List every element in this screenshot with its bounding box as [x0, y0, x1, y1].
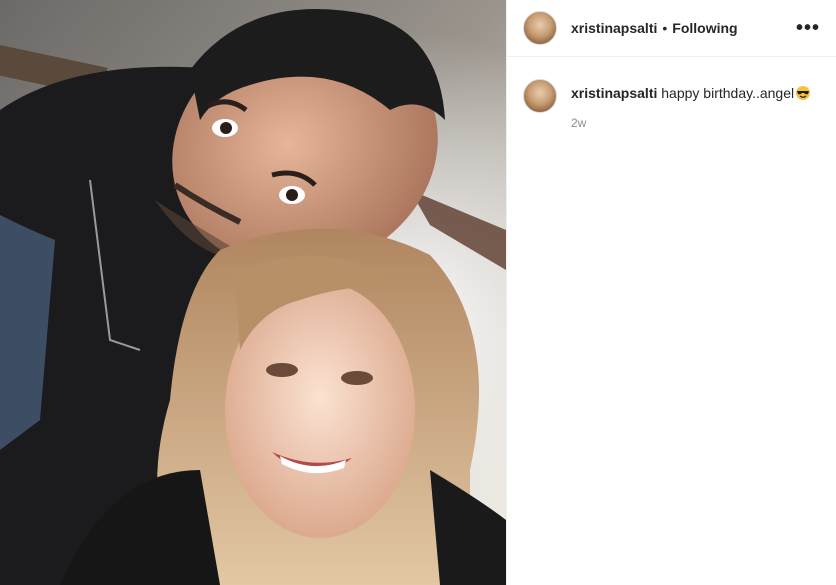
caption-avatar[interactable]: [523, 79, 557, 113]
caption-comment: xristinapsalti happy birthday..angel 2w: [507, 57, 836, 132]
post-photo[interactable]: [0, 0, 506, 585]
separator-dot: •: [662, 20, 668, 36]
header-username[interactable]: xristinapsalti: [571, 20, 657, 36]
caption-username[interactable]: xristinapsalti: [571, 85, 657, 101]
caption-body: xristinapsalti happy birthday..angel 2w: [571, 84, 811, 132]
following-button[interactable]: Following: [672, 20, 737, 36]
face-with-sunglasses-icon: [795, 85, 811, 101]
post-modal: xristinapsalti • Following ••• xristinap…: [0, 0, 836, 585]
more-options-icon[interactable]: •••: [796, 18, 820, 38]
post-sidebar: xristinapsalti • Following ••• xristinap…: [506, 0, 836, 585]
selfie-photo: [0, 0, 506, 585]
caption-text: happy birthday..angel: [661, 85, 795, 101]
post-header: xristinapsalti • Following •••: [507, 0, 836, 57]
post-timestamp: 2w: [571, 116, 587, 130]
avatar[interactable]: [523, 11, 557, 45]
